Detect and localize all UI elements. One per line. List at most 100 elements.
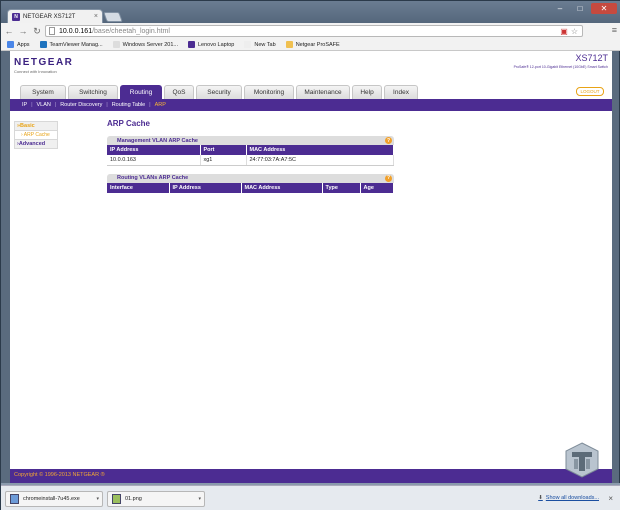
- close-window-icon[interactable]: ✕: [591, 3, 617, 14]
- file-icon: [10, 493, 19, 504]
- page-footer: Copyright © 1996-2013 NETGEAR ®: [10, 442, 612, 483]
- chevron-down-icon[interactable]: ▾: [96, 496, 99, 502]
- model-description: ProSafe® 12-port 10-Gigabit Ethernet (10…: [513, 65, 608, 69]
- reload-icon[interactable]: ↻: [31, 25, 43, 37]
- tab-security[interactable]: Security: [196, 85, 242, 99]
- tab-routing[interactable]: Routing: [120, 85, 162, 99]
- col-header: MAC Address: [241, 182, 323, 193]
- subnav-separator: |: [149, 102, 151, 108]
- bookmark-item[interactable]: Netgear ProSAFE: [285, 41, 340, 48]
- bookmark-label: Apps: [17, 41, 30, 48]
- table-cell: 24:77:03:7A:A7:5C: [246, 155, 394, 166]
- table-cell: 10.0.0.163: [107, 155, 201, 166]
- tab-maintenance[interactable]: Maintenance: [296, 85, 350, 99]
- panel-title: Management VLAN ARP Cache: [117, 137, 198, 144]
- address-bar[interactable]: 10.0.0.161 /base/cheetah_login.html ▣ ☆: [45, 25, 583, 37]
- management-vlan-arp-panel: Management VLAN ARP Cache ? IP Address P…: [107, 136, 394, 166]
- sidebar-basic[interactable]: »Basic: [14, 121, 58, 131]
- routing-arp-table: Interface IP Address MAC Address Type Ag…: [107, 182, 394, 193]
- help-icon[interactable]: ?: [385, 137, 392, 144]
- sidebar-advanced[interactable]: ›Advanced: [14, 139, 58, 149]
- subtab-router-discovery[interactable]: Router Discovery: [60, 102, 102, 108]
- table-row: 10.0.0.163 xg1 24:77:03:7A:A7:5C: [107, 155, 394, 166]
- tab-index[interactable]: Index: [384, 85, 418, 99]
- url-path: /base/cheetah_login.html: [92, 27, 170, 35]
- subnav-separator: |: [31, 102, 33, 108]
- menu-icon[interactable]: ≡: [612, 25, 617, 35]
- back-icon[interactable]: ←: [3, 25, 15, 37]
- subnav-separator: |: [54, 102, 57, 108]
- copyright-text: Copyright © 1996-2013 NETGEAR ®: [14, 472, 105, 478]
- tab-system[interactable]: System: [20, 85, 66, 99]
- bookmark-label: Lenovo Laptop: [197, 41, 235, 48]
- bookmark-item[interactable]: Windows Server 201...: [112, 41, 178, 48]
- forward-icon[interactable]: →: [17, 25, 29, 37]
- routing-vlans-arp-panel: Routing VLANs ARP Cache ? Interface IP A…: [107, 173, 394, 193]
- omnibox-actions: ▣ ☆: [560, 27, 578, 36]
- browser-tab[interactable]: N NETGEAR XS712T ×: [7, 9, 103, 23]
- col-header: IP Address: [169, 182, 242, 193]
- bookmark-item[interactable]: Apps: [7, 41, 30, 48]
- tab-monitoring[interactable]: Monitoring: [244, 85, 294, 99]
- blocked-popup-icon[interactable]: ▣: [560, 27, 568, 36]
- model-name: XS712T: [575, 53, 608, 63]
- tab-title: NETGEAR XS712T: [23, 13, 76, 20]
- maximize-icon[interactable]: □: [571, 3, 589, 14]
- tab-close-icon[interactable]: ×: [94, 13, 98, 20]
- netgear-favicon-icon: N: [12, 12, 20, 21]
- bookmark-star-icon[interactable]: ☆: [571, 27, 578, 36]
- minimize-icon[interactable]: –: [551, 3, 569, 14]
- download-filename: chromeinstall-7u45.exe: [23, 495, 80, 502]
- bookmark-label: New Tab: [254, 41, 276, 48]
- netgear-header: NETGEAR Connect with Innovation XS712T P…: [10, 51, 612, 87]
- panel-header: Routing VLANs ARP Cache ?: [107, 173, 394, 183]
- bookmark-icon: [39, 41, 47, 48]
- table-cell: xg1: [200, 155, 247, 166]
- page-icon: [49, 27, 55, 35]
- tab-switching[interactable]: Switching: [68, 85, 118, 99]
- bookmark-icon: [285, 41, 293, 48]
- tab-qos[interactable]: QoS: [164, 85, 194, 99]
- bookmark-item[interactable]: New Tab: [244, 41, 276, 48]
- tab-help[interactable]: Help: [352, 85, 382, 99]
- image-file-icon: [112, 493, 121, 504]
- main-content: ARP Cache Management VLAN ARP Cache ? IP…: [107, 119, 407, 201]
- col-header: Type: [322, 182, 361, 193]
- tweaktown-watermark-icon: [565, 442, 599, 478]
- window-controls: – □ ✕: [551, 3, 617, 14]
- download-arrow-icon: ⬇: [538, 495, 543, 501]
- bookmark-icon: [187, 41, 195, 48]
- browser-toolbar: ← → ↻ 10.0.0.161 /base/cheetah_login.htm…: [1, 23, 620, 39]
- bookmark-label: TeamViewer Manag...: [49, 41, 103, 48]
- download-item[interactable]: chromeinstall-7u45.exe ▾: [5, 490, 103, 507]
- download-filename: 01.png: [125, 495, 142, 502]
- help-icon[interactable]: ?: [385, 174, 392, 182]
- bookmark-item[interactable]: TeamViewer Manag...: [39, 41, 103, 48]
- download-item[interactable]: 01.png ▾: [107, 490, 205, 507]
- downloads-bar: chromeinstall-7u45.exe ▾ 01.png ▾ ⬇ Show…: [1, 485, 620, 510]
- new-tab-button[interactable]: [103, 12, 123, 22]
- subtab-vlan[interactable]: VLAN: [37, 102, 51, 108]
- logout-button[interactable]: LOGOUT: [576, 87, 604, 96]
- tab-strip: N NETGEAR XS712T × – □ ✕: [1, 1, 620, 23]
- show-all-label: Show all downloads...: [545, 495, 599, 501]
- show-all-downloads-link[interactable]: ⬇ Show all downloads...: [538, 495, 599, 501]
- sub-nav: IP | VLAN | Router Discovery | Routing Table | A…: [10, 99, 612, 111]
- subtab-arp[interactable]: ARP: [155, 102, 166, 108]
- subtab-ip[interactable]: IP: [22, 102, 27, 108]
- chevron-down-icon[interactable]: ▾: [198, 496, 201, 502]
- bookmark-label: Windows Server 201...: [122, 41, 178, 48]
- browser-window: N NETGEAR XS712T × – □ ✕ ← → ↻ 10.0.0.16…: [0, 0, 620, 510]
- subtab-routing-table[interactable]: Routing Table: [112, 102, 146, 108]
- bookmark-icon: [112, 41, 120, 48]
- sidebar-item-arp-cache[interactable]: › ARP Cache: [14, 131, 58, 139]
- bookmark-item[interactable]: Lenovo Laptop: [187, 41, 235, 48]
- bookmarks-bar: Apps TeamViewer Manag... Windows Server 20…: [1, 39, 620, 51]
- sidebar: »Basic › ARP Cache ›Advanced: [14, 121, 58, 149]
- management-arp-table: IP Address Port MAC Address 10.0.0.163 x…: [107, 145, 394, 166]
- bookmark-icon: [7, 41, 14, 48]
- bookmark-label: Netgear ProSAFE: [295, 41, 340, 48]
- close-downloads-icon[interactable]: ×: [608, 494, 613, 503]
- subnav-separator: |: [106, 102, 108, 108]
- toolbar-right: ≡: [612, 25, 617, 35]
